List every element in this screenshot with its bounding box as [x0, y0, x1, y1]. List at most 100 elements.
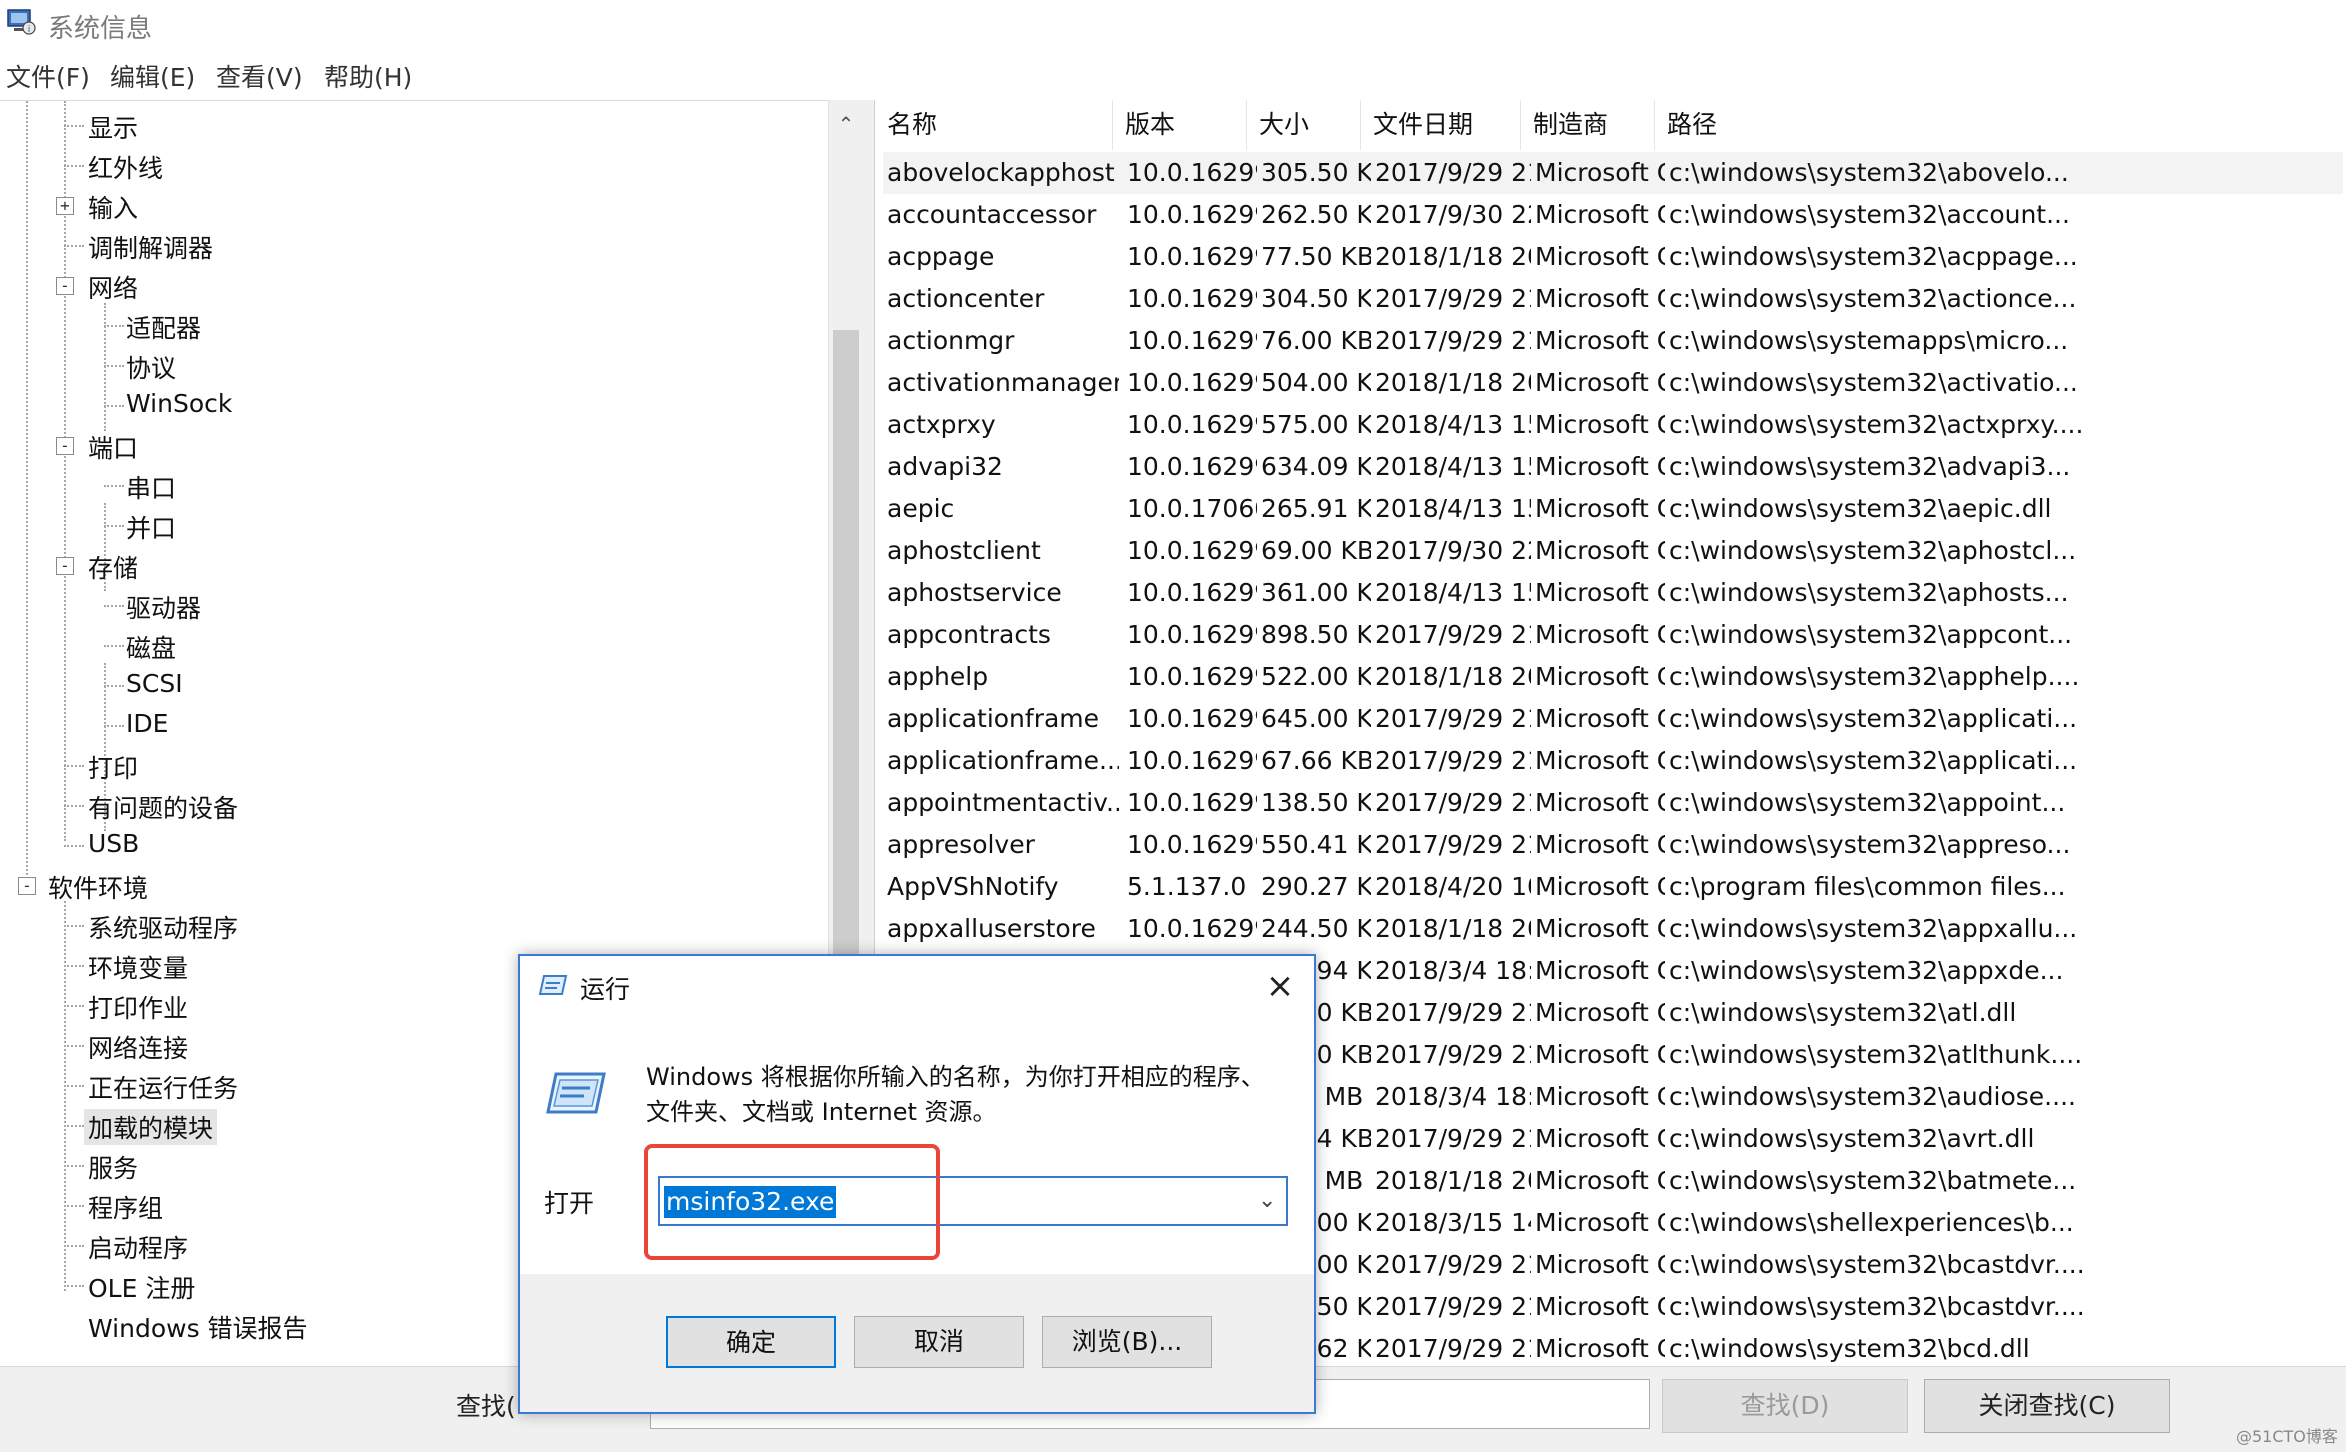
tree-item-ole-registration[interactable]: OLE 注册: [88, 1269, 195, 1305]
tree-item-serial[interactable]: 串口: [126, 469, 176, 505]
tree-item-env-vars[interactable]: 环境变量: [88, 949, 188, 985]
table-row[interactable]: appresolver 10.0.16299.15550.41 KB ...201…: [883, 824, 2343, 866]
table-cell: 69.00 KB (...: [1261, 536, 1371, 565]
tree-item-storage[interactable]: 存储: [88, 549, 138, 585]
tree-item-services[interactable]: 服务: [88, 1149, 138, 1185]
table-row[interactable]: appointmentactiv... 10.0.16299.15138.50 K…: [883, 782, 2343, 824]
tree-item-protocol[interactable]: 协议: [126, 349, 176, 385]
table-row[interactable]: accountaccessor 10.0.16299.15262.50 KB ..…: [883, 194, 2343, 236]
table-row[interactable]: actionmgr 10.0.16299.1576.00 KB (...2017/…: [883, 320, 2343, 362]
table-row[interactable]: appcontracts 10.0.16299.15898.50 KB ...20…: [883, 614, 2343, 656]
table-cell: c:\windows\system32\advapi3...: [1669, 452, 2071, 481]
tree-item-system-drivers[interactable]: 系统驱动程序: [88, 909, 238, 945]
tree-connector: [104, 525, 124, 527]
tree-connector: [104, 405, 124, 407]
table-row[interactable]: appxalluserstore 10.0.16299.192244.50 KB …: [883, 908, 2343, 950]
table-cell: 10.0.16299.371: [1127, 452, 1257, 481]
table-cell: 2018/1/18 20:23: [1375, 662, 1531, 691]
tree-item-scsi[interactable]: SCSI: [126, 669, 183, 698]
tree-item-parallel[interactable]: 并口: [126, 509, 176, 545]
table-cell: Microsoft Co...: [1535, 368, 1665, 397]
table-cell: c:\windows\system32\appcont...: [1669, 620, 2073, 649]
tree-item-winsock[interactable]: WinSock: [126, 389, 232, 418]
table-cell: 522.00 KB ...: [1261, 662, 1371, 691]
table-cell: apphelp: [887, 662, 989, 691]
column-header-version[interactable]: 版本: [1113, 100, 1247, 150]
table-cell: aphostclient: [887, 536, 1041, 565]
menu-view[interactable]: 查看(V): [216, 58, 303, 94]
table-cell: 2018/3/15 14:02: [1375, 1208, 1531, 1237]
tree-item-print[interactable]: 打印: [88, 749, 138, 785]
tree-item-drives[interactable]: 驱动器: [126, 589, 201, 625]
table-row[interactable]: actioncenter 10.0.16299.15304.50 KB ...20…: [883, 278, 2343, 320]
tree-item-loaded-modules[interactable]: 加载的模块: [84, 1109, 218, 1145]
tree-item-ports[interactable]: 端口: [88, 429, 138, 465]
table-row[interactable]: aepic 10.0.17060.10...265.91 KB ...2018/4…: [883, 488, 2343, 530]
tree-item-running-tasks[interactable]: 正在运行任务: [88, 1069, 238, 1105]
chevron-down-icon[interactable]: ⌄: [1258, 1188, 1276, 1213]
tree-item-print-jobs[interactable]: 打印作业: [88, 989, 188, 1025]
menu-file[interactable]: 文件(F): [6, 58, 90, 94]
dialog-description: Windows 将根据你所输入的名称，为你打开相应的程序、文件夹、文档或 Int…: [646, 1063, 1265, 1126]
table-cell: Microsoft Co...: [1535, 200, 1665, 229]
table-row[interactable]: actxprxy 10.0.16299.371575.00 KB ...2018/…: [883, 404, 2343, 446]
table-row[interactable]: AppVShNotify 5.1.137.0 290.27 KB ...2018/4…: [883, 866, 2343, 908]
table-row[interactable]: aphostservice 10.0.16299.371361.00 KB ...…: [883, 572, 2343, 614]
table-row[interactable]: aphostclient 10.0.16299.1569.00 KB (...20…: [883, 530, 2343, 572]
dialog-footer: 确定 取消 浏览(B)...: [520, 1274, 1314, 1412]
tree-item-software-environment[interactable]: 软件环境: [48, 869, 148, 905]
table-cell: 304.50 KB ...: [1261, 284, 1371, 313]
tree-item-display[interactable]: 显示: [88, 109, 138, 145]
table-cell: c:\windows\system32\apphelp....: [1669, 662, 2080, 691]
cancel-button[interactable]: 取消: [854, 1316, 1024, 1368]
column-header-name[interactable]: 名称: [875, 100, 1113, 150]
tree-item-ide[interactable]: IDE: [126, 709, 168, 738]
column-header-manufacturer[interactable]: 制造商: [1521, 100, 1655, 150]
scroll-up-icon[interactable]: ⌃: [836, 112, 856, 136]
table-cell: actioncenter: [887, 284, 1045, 313]
menu-edit[interactable]: 编辑(E): [110, 58, 195, 94]
column-header-date[interactable]: 文件日期: [1361, 100, 1521, 150]
tree-item-startup-programs[interactable]: 启动程序: [88, 1229, 188, 1265]
table-row[interactable]: applicationframe... 10.0.16299.1567.66 KB…: [883, 740, 2343, 782]
tree-item-program-groups[interactable]: 程序组: [88, 1189, 163, 1225]
tree-item-modem[interactable]: 调制解调器: [88, 229, 213, 265]
close-find-button[interactable]: 关闭查找(C): [1924, 1379, 2170, 1433]
table-cell: appresolver: [887, 830, 1035, 859]
tree-item-infrared[interactable]: 红外线: [88, 149, 163, 185]
tree-item-network[interactable]: 网络: [88, 269, 138, 305]
table-row[interactable]: applicationframe 10.0.16299.15645.00 KB .…: [883, 698, 2343, 740]
table-cell: c:\windows\system32\bcastdvr....: [1669, 1250, 2085, 1279]
system-info-icon: i: [7, 9, 36, 35]
collapse-icon[interactable]: -: [18, 877, 36, 895]
table-cell: 10.0.16299.371: [1127, 578, 1257, 607]
table-cell: 265.91 KB ...: [1261, 494, 1371, 523]
expand-icon[interactable]: +: [56, 197, 74, 215]
menu-help[interactable]: 帮助(H): [324, 58, 412, 94]
tree-item-problem-devices[interactable]: 有问题的设备: [88, 789, 238, 825]
browse-button[interactable]: 浏览(B)...: [1042, 1316, 1212, 1368]
tree-item-usb[interactable]: USB: [88, 829, 139, 858]
table-row[interactable]: apphelp 10.0.16299.98522.00 KB ...2018/1/…: [883, 656, 2343, 698]
tree-item-adapter[interactable]: 适配器: [126, 309, 201, 345]
find-button[interactable]: 查找(D): [1662, 1379, 1908, 1433]
column-header-size[interactable]: 大小: [1247, 100, 1361, 150]
tree-item-input[interactable]: 输入: [88, 189, 138, 225]
tree-item-network-connections[interactable]: 网络连接: [88, 1029, 188, 1065]
tree-item-disks[interactable]: 磁盘: [126, 629, 176, 665]
collapse-icon[interactable]: -: [56, 277, 74, 295]
ok-button[interactable]: 确定: [666, 1316, 836, 1368]
table-row[interactable]: activationmanager 10.0.16299.98504.00 KB …: [883, 362, 2343, 404]
table-cell: 2017/9/29 21:41: [1375, 1124, 1531, 1153]
tree-item-windows-error-reporting[interactable]: Windows 错误报告: [88, 1309, 308, 1345]
table-cell: 2017/9/29 21:41: [1375, 620, 1531, 649]
table-cell: 2018/3/4 18:19: [1375, 1082, 1531, 1111]
table-row[interactable]: advapi32 10.0.16299.371634.09 KB ...2018/…: [883, 446, 2343, 488]
collapse-icon[interactable]: -: [56, 437, 74, 455]
collapse-icon[interactable]: -: [56, 557, 74, 575]
table-row[interactable]: abovelockapphost 10.0.16299.15305.50 KB .…: [883, 152, 2343, 194]
close-icon[interactable]: ×: [1260, 966, 1300, 1006]
table-row[interactable]: acppage 10.0.16299.9877.50 KB (...2018/1/…: [883, 236, 2343, 278]
column-header-path[interactable]: 路径: [1655, 100, 2346, 150]
table-cell: 76.00 KB (...: [1261, 326, 1371, 355]
